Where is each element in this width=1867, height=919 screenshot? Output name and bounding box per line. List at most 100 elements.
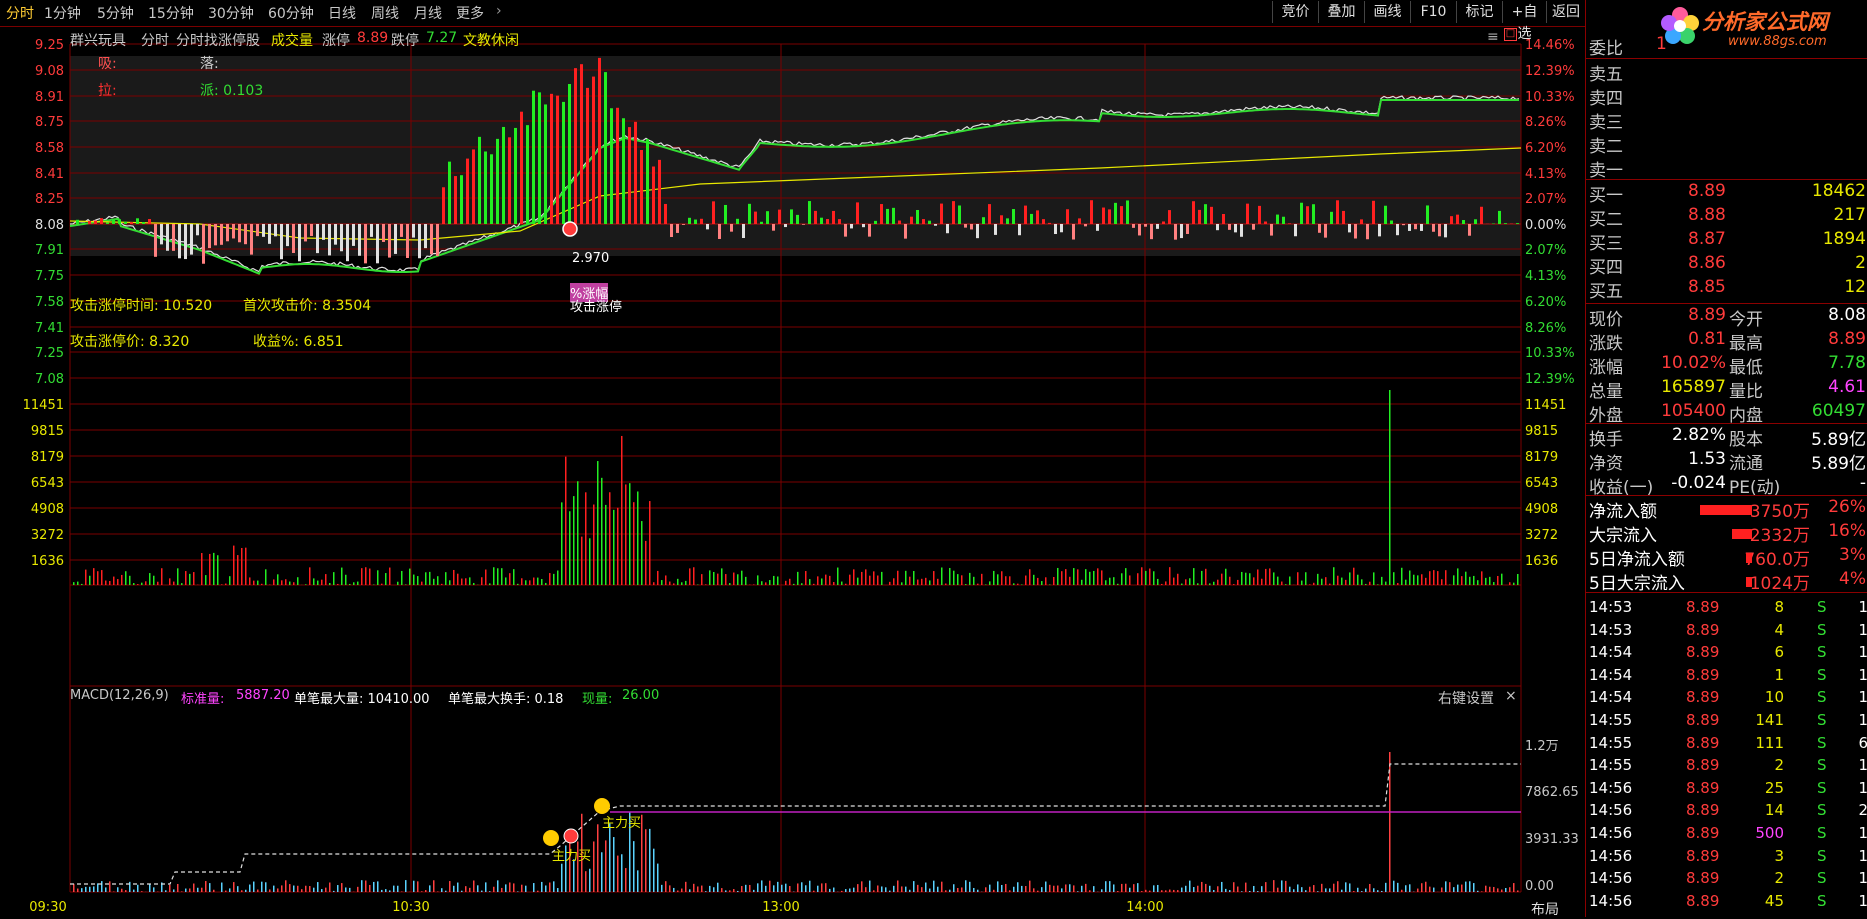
lower-bar [1349, 883, 1351, 892]
indicator-bar [1474, 219, 1477, 224]
volume-bar [1317, 574, 1319, 585]
period-tab-30min[interactable]: 30分钟 [208, 3, 254, 23]
lower-bar [661, 885, 663, 892]
lower-bar [1281, 880, 1283, 892]
volume-bar [685, 581, 687, 585]
period-tab-month[interactable]: 月线 [414, 3, 442, 23]
lower-bar [517, 891, 519, 892]
mark-button[interactable]: 标记 [1456, 1, 1502, 23]
volume-bar [657, 571, 659, 585]
indicator-bar [814, 211, 817, 224]
indicator-bar [1042, 219, 1045, 224]
add-watchlist-button[interactable]: +自选 [1502, 1, 1546, 23]
volume-bar [997, 574, 999, 585]
fundamental-label: 换手 [1589, 425, 1623, 450]
period-tab-60min[interactable]: 60分钟 [268, 3, 314, 23]
indicator-bar [1288, 223, 1291, 224]
volume-bar [721, 568, 723, 585]
period-tab-15min[interactable]: 15分钟 [148, 3, 194, 23]
volume-bar [1209, 583, 1211, 585]
volume-bar [193, 572, 195, 585]
lower-bar [1049, 885, 1051, 892]
indicator-bar [466, 159, 469, 224]
period-tab-week[interactable]: 周线 [371, 3, 399, 23]
f10-button[interactable]: F10 [1410, 1, 1456, 23]
period-tab-more[interactable]: 更多 [456, 3, 484, 23]
volume-bar [453, 570, 455, 585]
volume-bar [1489, 577, 1491, 585]
volume-bar [905, 571, 907, 585]
price-tick: 7.41 [35, 321, 64, 336]
lower-bar [789, 886, 791, 892]
period-tab-5min[interactable]: 5分钟 [97, 3, 134, 23]
period-tab-day[interactable]: 日线 [328, 3, 356, 23]
menu-icon[interactable]: ≡ [1487, 29, 1499, 45]
lower-bar [1353, 891, 1355, 892]
indicator-bar [94, 221, 97, 224]
volume-bar [1213, 582, 1215, 585]
volume-bar [369, 569, 371, 585]
price-tick: 7.75 [35, 269, 64, 284]
lower-bar [1421, 883, 1423, 892]
volume-bar [1153, 571, 1155, 585]
volume-bar [409, 569, 411, 585]
overlay-button[interactable]: 叠加 [1318, 1, 1364, 23]
right-click-settings[interactable]: 右键设置 [1438, 688, 1494, 708]
lower-bar [549, 883, 551, 892]
lower-bar [713, 887, 715, 892]
lower-bar [609, 824, 611, 892]
volume-bar [621, 436, 623, 585]
lower-bar [225, 891, 227, 892]
back-button[interactable]: 返回 [1546, 1, 1585, 23]
lower-bar [1445, 881, 1447, 892]
formula-name[interactable]: 分时找涨停股 [176, 30, 260, 50]
draw-line-button[interactable]: 画线 [1364, 1, 1410, 23]
std-volume-value: 5887.20 [236, 688, 290, 703]
tick-row: 14:538.898S1 [1586, 598, 1867, 621]
volume-bar [773, 576, 775, 585]
pct-tick: 0.00% [1525, 218, 1566, 233]
indicator-bar [880, 204, 883, 224]
indicator-bar [322, 224, 325, 240]
lower-bar [433, 880, 435, 892]
tick-price: 8.89 [1686, 688, 1719, 706]
volume-bar [317, 581, 319, 585]
bid-price: 8.87 [1688, 229, 1726, 249]
tick-price: 8.89 [1686, 711, 1719, 729]
tick-volume: 111 [1755, 734, 1784, 752]
lower-bar [477, 885, 479, 892]
lower-bar [313, 888, 315, 892]
indicator-bar [1456, 215, 1459, 224]
lower-bar [1321, 884, 1323, 892]
indicator-bar [124, 222, 127, 224]
volume-bar [201, 553, 203, 585]
lower-bar [605, 840, 607, 892]
period-tab-fenshi[interactable]: 分时 [6, 3, 34, 23]
auction-button[interactable]: 竞价 [1272, 1, 1318, 23]
indicator-bar [154, 224, 157, 257]
indicator-bar [856, 202, 859, 224]
volume-bar [921, 579, 923, 585]
ask-label: 卖一 [1589, 156, 1623, 181]
volume-bar [313, 578, 315, 585]
volume-bar [413, 575, 415, 585]
lower-bar [285, 880, 287, 892]
indicator-bar [988, 204, 991, 224]
volume-bar [1109, 578, 1111, 585]
volume-bar [857, 578, 859, 585]
lower-bar [417, 881, 419, 892]
period-tab-1min[interactable]: 1分钟 [44, 3, 81, 23]
volume-bar [597, 461, 599, 585]
lower-bar [945, 890, 947, 892]
layout-button[interactable]: 布局 [1531, 899, 1559, 919]
indicator-bar [1498, 211, 1501, 224]
window-icon[interactable]: □ [1504, 28, 1517, 41]
tick-side: S [1817, 892, 1827, 910]
volume-bar [97, 571, 99, 585]
close-icon[interactable]: × [1505, 688, 1517, 704]
chevron-right-icon[interactable]: › [496, 3, 502, 19]
indicator-bar [754, 212, 757, 224]
volume-bar [1173, 578, 1175, 585]
lower-bar [769, 881, 771, 892]
indicator-bar [1252, 224, 1255, 230]
